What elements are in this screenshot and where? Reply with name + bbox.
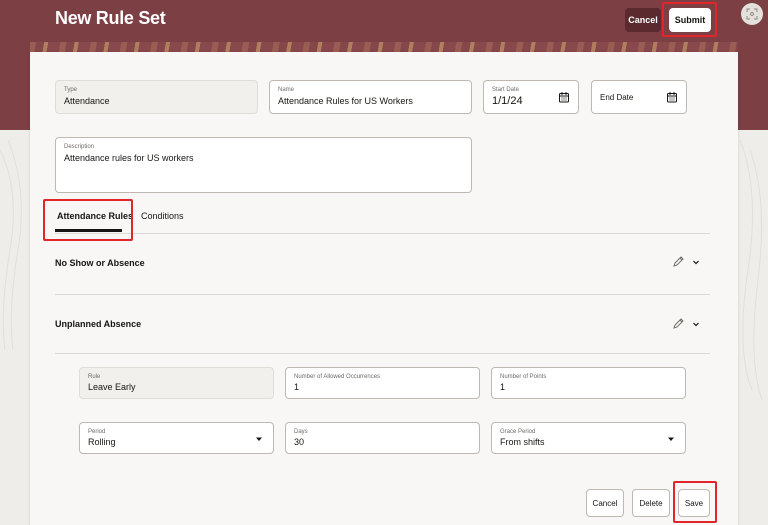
grace-period-label: Grace Period xyxy=(500,429,536,435)
expand-icon[interactable] xyxy=(741,3,763,25)
type-field: Type Attendance xyxy=(55,80,258,114)
number-of-points-field[interactable]: Number of Points 1 xyxy=(491,367,686,399)
submit-highlight-box xyxy=(662,2,717,37)
type-label: Type xyxy=(64,87,78,93)
chevron-down-icon[interactable] xyxy=(667,435,675,443)
delete-button[interactable]: Delete xyxy=(632,489,670,517)
start-date-label: Start Date xyxy=(492,87,520,93)
rule-value: Leave Early xyxy=(88,382,136,392)
section-tools xyxy=(672,256,700,268)
type-value: Attendance xyxy=(64,96,110,106)
period-value: Rolling xyxy=(88,437,116,447)
description-value: Attendance rules for US workers xyxy=(64,153,194,163)
start-date-value: 1/1/24 xyxy=(492,95,523,107)
end-date-placeholder: End Date xyxy=(600,93,634,102)
grace-period-value: From shifts xyxy=(500,437,545,447)
pencil-icon[interactable] xyxy=(672,256,684,268)
calendar-icon[interactable] xyxy=(558,91,570,103)
description-field[interactable]: Description Attendance rules for US work… xyxy=(55,137,472,193)
number-of-points-label: Number of Points xyxy=(500,374,547,380)
period-select[interactable]: Period Rolling xyxy=(79,422,274,454)
allowed-occurrences-field[interactable]: Number of Allowed Occurrences 1 xyxy=(285,367,480,399)
days-label: Days xyxy=(294,429,308,435)
number-of-points-value: 1 xyxy=(500,382,506,392)
grace-period-select[interactable]: Grace Period From shifts xyxy=(491,422,686,454)
chevron-down-icon[interactable] xyxy=(692,258,700,266)
name-value: Attendance Rules for US Workers xyxy=(278,96,413,106)
end-date-field[interactable]: End Date xyxy=(591,80,687,114)
start-date-field[interactable]: Start Date 1/1/24 xyxy=(483,80,579,114)
cancel-button[interactable]: Cancel xyxy=(586,489,624,517)
pencil-icon[interactable] xyxy=(672,318,684,330)
chevron-down-icon[interactable] xyxy=(255,435,263,443)
section-divider xyxy=(55,353,710,354)
chevron-down-icon[interactable] xyxy=(692,320,700,328)
save-highlight-box xyxy=(673,481,717,523)
section-tools xyxy=(672,318,700,330)
rule-label: Rule xyxy=(88,374,101,380)
allowed-occurrences-label: Number of Allowed Occurrences xyxy=(294,374,381,380)
tab-conditions[interactable]: Conditions xyxy=(141,211,184,221)
days-value: 30 xyxy=(294,437,305,447)
section-no-show-or-absence[interactable]: No Show or Absence xyxy=(55,258,145,268)
name-label: Name xyxy=(278,87,295,93)
section-divider xyxy=(55,294,710,295)
rule-set-panel xyxy=(30,52,738,525)
tab-divider xyxy=(55,233,710,234)
name-field[interactable]: Name Attendance Rules for US Workers xyxy=(269,80,472,114)
tab-highlight-box xyxy=(43,199,133,241)
allowed-occurrences-value: 1 xyxy=(294,382,300,392)
rule-field: Rule Leave Early xyxy=(79,367,274,399)
period-label: Period xyxy=(88,429,106,435)
section-unplanned-absence[interactable]: Unplanned Absence xyxy=(55,319,141,329)
calendar-icon[interactable] xyxy=(666,91,678,103)
header-cancel-button[interactable]: Cancel xyxy=(625,8,661,32)
page-title: New Rule Set xyxy=(55,8,166,28)
description-label: Description xyxy=(64,144,95,150)
days-field[interactable]: Days 30 xyxy=(285,422,480,454)
